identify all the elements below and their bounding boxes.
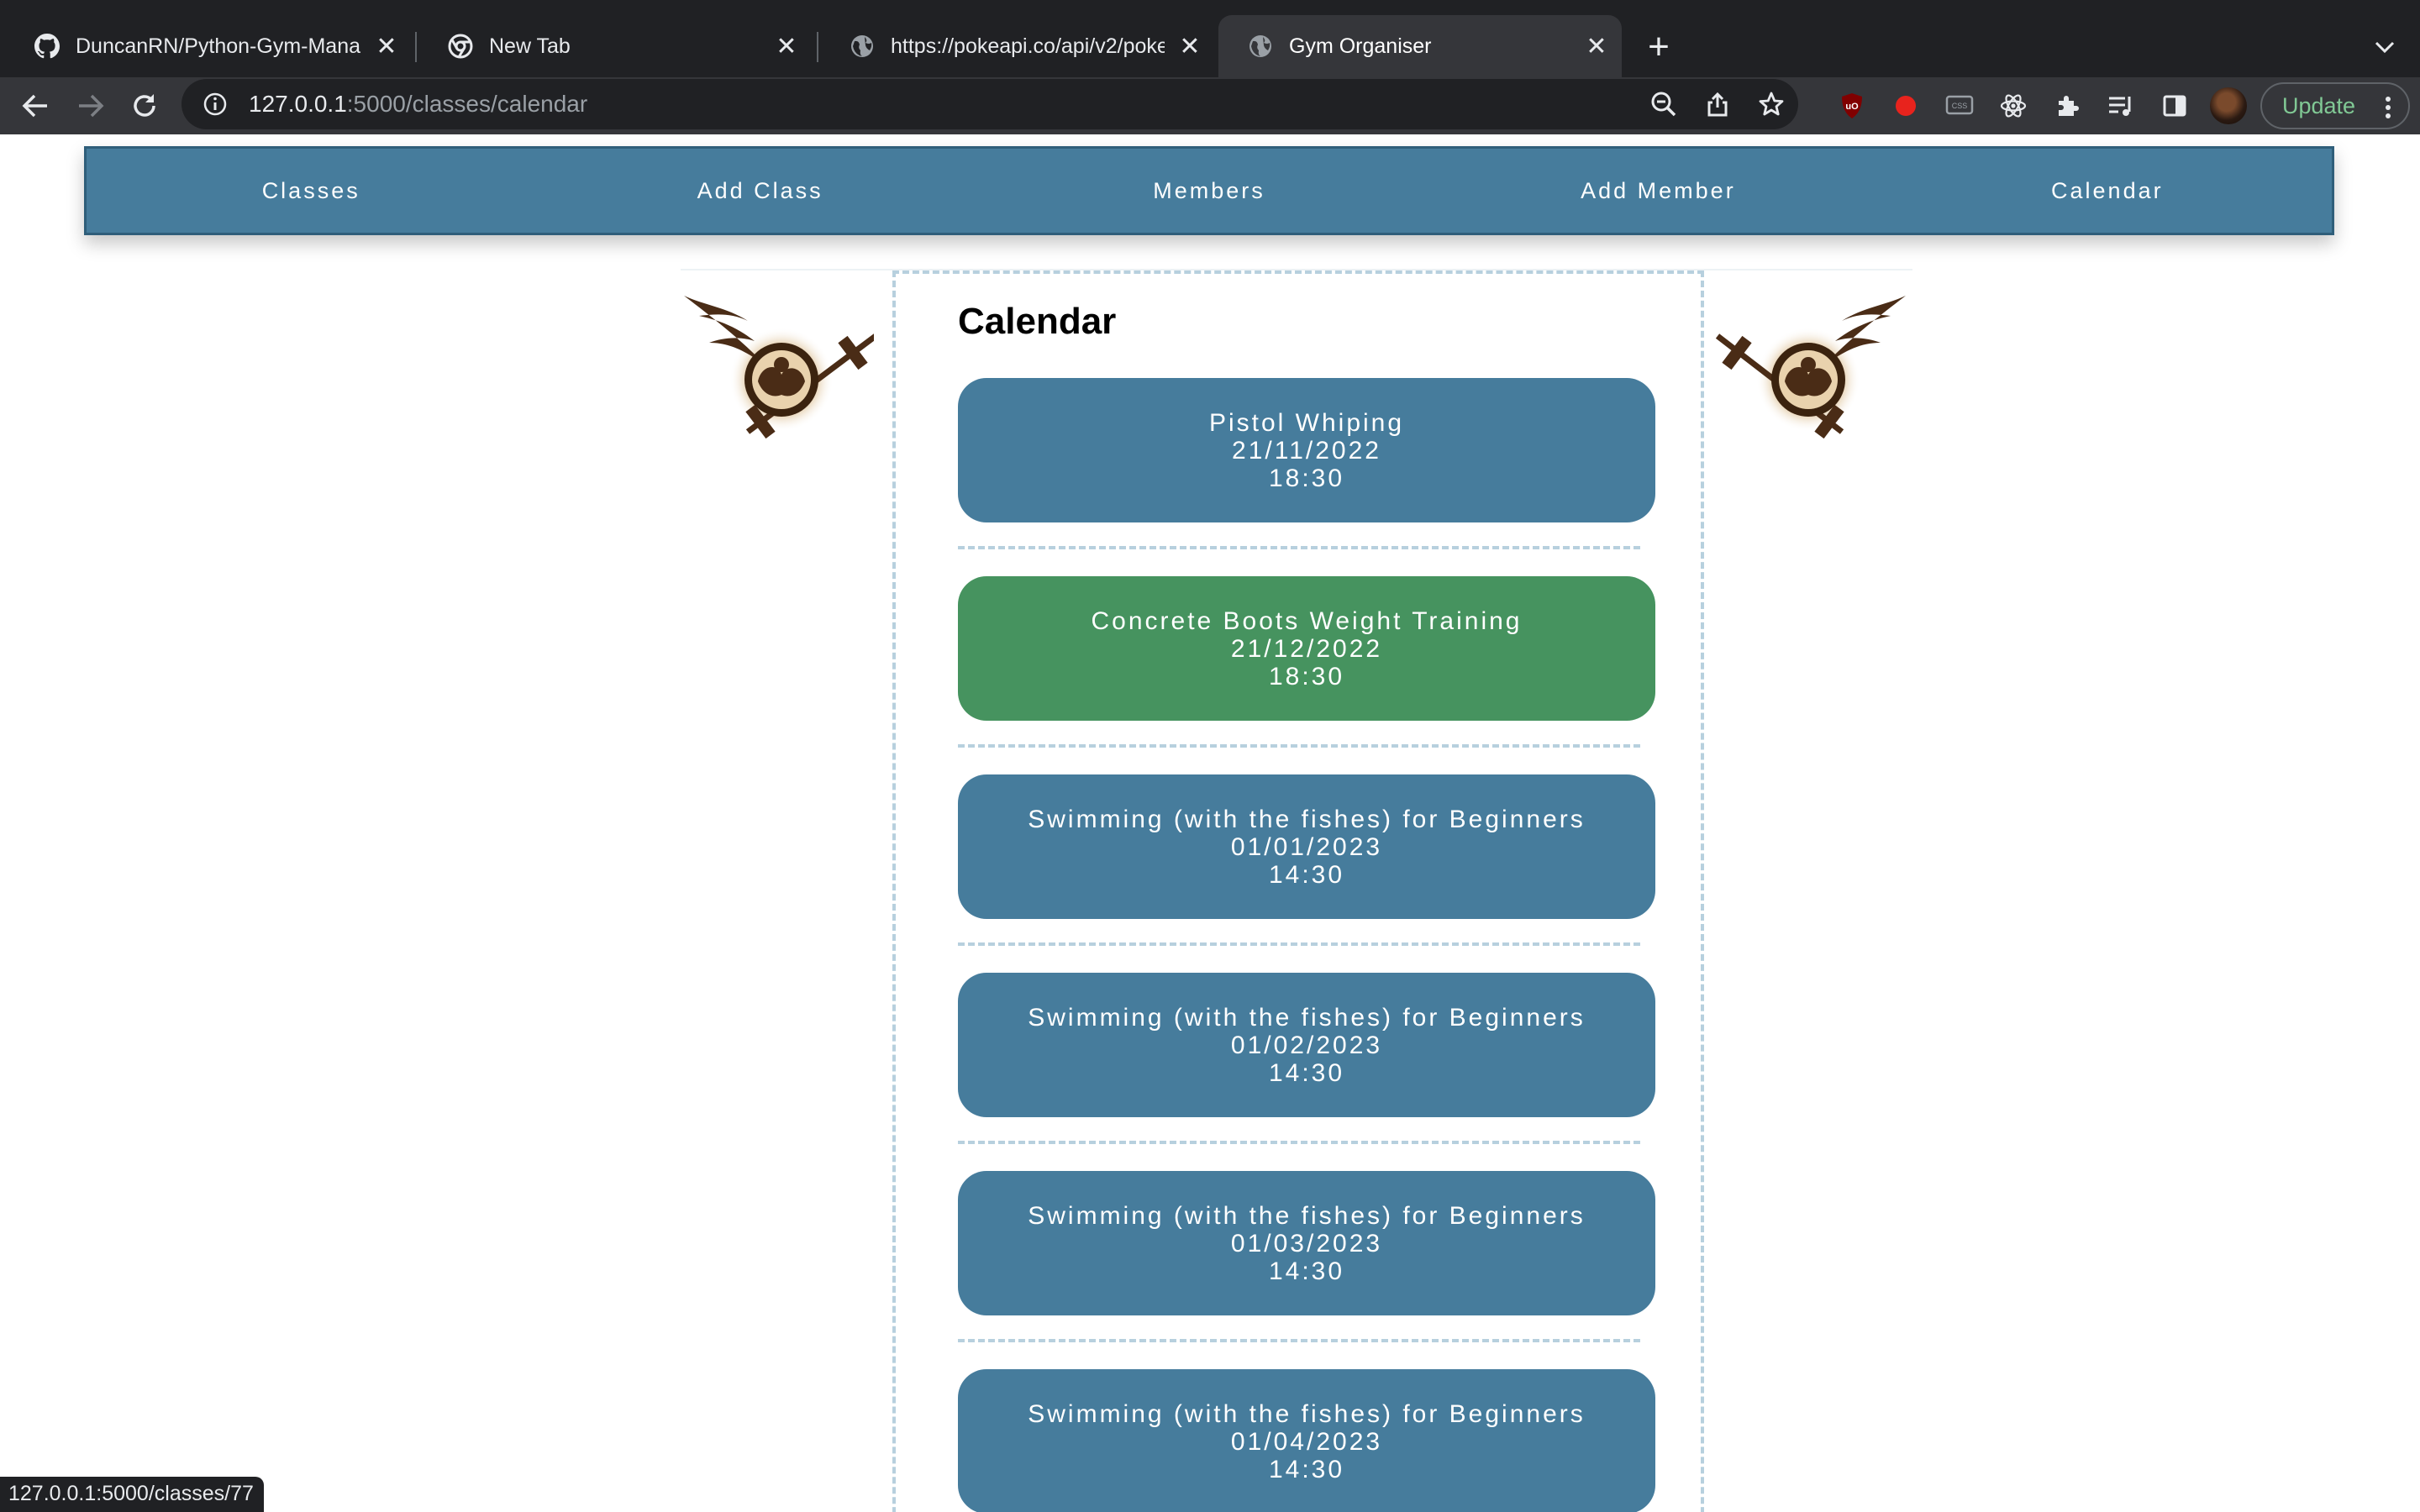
web-page: Classes Add Class Members Add Member Cal…: [0, 134, 2420, 1512]
address-bar-actions: [1637, 79, 1798, 129]
list-item: Concrete Boots Weight Training 21/12/202…: [958, 576, 1655, 774]
close-icon[interactable]: ✕: [1175, 31, 1205, 61]
globe-icon: [849, 33, 876, 60]
class-card[interactable]: Concrete Boots Weight Training 21/12/202…: [958, 576, 1655, 721]
css-extension-icon[interactable]: CSS: [1939, 86, 1980, 126]
react-devtools-icon[interactable]: [1993, 86, 2033, 126]
close-icon[interactable]: ✕: [1581, 31, 1612, 61]
svg-text:CSS: CSS: [1952, 102, 1968, 110]
divider: [958, 1339, 1640, 1342]
tab-pokeapi[interactable]: https://pokeapi.co/api/v2/poke ✕: [820, 15, 1215, 77]
class-date: 21/11/2022: [1232, 436, 1381, 465]
side-panel-icon[interactable]: [2154, 86, 2195, 126]
class-card[interactable]: Swimming (with the fishes) for Beginners…: [958, 1369, 1655, 1512]
back-arrow-icon[interactable]: [10, 81, 60, 131]
tab-github[interactable]: DuncanRN/Python-Gym-Manag ✕: [5, 15, 412, 77]
class-name: Swimming (with the fishes) for Beginners: [1028, 1399, 1586, 1428]
tab-separator: [415, 32, 417, 62]
nav-link-add-class[interactable]: Add Class: [535, 149, 984, 233]
list-item: Swimming (with the fishes) for Beginners…: [958, 1369, 1655, 1512]
nav-link-calendar[interactable]: Calendar: [1883, 149, 2332, 233]
divider: [958, 546, 1640, 549]
chrome-icon: [447, 33, 474, 60]
share-icon[interactable]: [1691, 79, 1744, 129]
tab-title: DuncanRN/Python-Gym-Manag: [76, 34, 361, 58]
tab-title: Gym Organiser: [1289, 34, 1432, 58]
info-icon[interactable]: [198, 87, 232, 121]
divider: [958, 1141, 1640, 1144]
list-item: Swimming (with the fishes) for Beginners…: [958, 973, 1655, 1171]
class-card[interactable]: Swimming (with the fishes) for Beginners…: [958, 774, 1655, 919]
github-icon: [34, 33, 60, 60]
zoom-out-icon[interactable]: [1637, 79, 1691, 129]
gym-logo-left: [681, 287, 878, 447]
record-extension-icon[interactable]: [1886, 86, 1926, 126]
class-name: Pistol Whiping: [1208, 408, 1405, 437]
class-time: 14:30: [1268, 860, 1345, 889]
class-card[interactable]: Swimming (with the fishes) for Beginners…: [958, 1171, 1655, 1315]
divider: [958, 942, 1640, 946]
globe-icon: [1247, 33, 1274, 60]
chevron-down-icon[interactable]: [2361, 24, 2408, 71]
class-name: Swimming (with the fishes) for Beginners: [1028, 805, 1586, 833]
more-vert-icon[interactable]: [2380, 92, 2396, 123]
page-title: Calendar: [958, 301, 1117, 342]
class-name: Swimming (with the fishes) for Beginners: [1028, 1201, 1586, 1230]
tab-title: New Tab: [489, 34, 571, 58]
svg-text:uO: uO: [1845, 102, 1859, 112]
class-date: 01/04/2023: [1230, 1427, 1383, 1456]
new-tab-plus-icon[interactable]: +: [1635, 24, 1682, 71]
update-label: Update: [2282, 92, 2356, 118]
class-list: Pistol Whiping 21/11/2022 18:30 Concrete…: [958, 378, 1655, 1512]
class-time: 14:30: [1268, 1257, 1345, 1285]
close-icon[interactable]: ✕: [771, 31, 802, 61]
reading-list-icon[interactable]: [2101, 86, 2141, 126]
ublock-extension-icon[interactable]: uO: [1832, 86, 1872, 126]
gym-logo-right: [1715, 287, 1909, 447]
site-nav-bar: Classes Add Class Members Add Member Cal…: [84, 146, 2334, 235]
reload-icon[interactable]: [119, 81, 170, 131]
class-date: 01/01/2023: [1230, 832, 1383, 861]
tab-title: https://pokeapi.co/api/v2/poke: [891, 34, 1165, 58]
nav-link-add-member[interactable]: Add Member: [1434, 149, 1882, 233]
calendar-panel: Calendar Pistol Whiping 21/11/2022 18:30…: [892, 270, 1704, 1512]
page-layout: Calendar Pistol Whiping 21/11/2022 18:30…: [681, 269, 1912, 1512]
extensions-puzzle-icon[interactable]: [2047, 86, 2087, 126]
tab-gym-organiser[interactable]: Gym Organiser ✕: [1218, 15, 1622, 77]
class-date: 21/12/2022: [1230, 634, 1383, 663]
divider: [958, 744, 1640, 748]
url-text: 127.0.0.1:5000/classes/calendar: [249, 91, 587, 118]
tab-new-tab[interactable]: New Tab ✕: [418, 15, 812, 77]
url-host: 127.0.0.1: [249, 91, 347, 117]
bookmark-star-icon[interactable]: [1744, 79, 1798, 129]
browser-tab-strip: DuncanRN/Python-Gym-Manag ✕ New Tab ✕ ht…: [0, 0, 2420, 77]
list-item: Swimming (with the fishes) for Beginners…: [958, 1171, 1655, 1369]
address-bar[interactable]: 127.0.0.1:5000/classes/calendar: [182, 79, 1798, 129]
close-icon[interactable]: ✕: [371, 31, 402, 61]
profile-avatar[interactable]: [2210, 87, 2247, 124]
class-card[interactable]: Swimming (with the fishes) for Beginners…: [958, 973, 1655, 1117]
nav-link-members[interactable]: Members: [985, 149, 1434, 233]
class-date: 01/02/2023: [1230, 1031, 1383, 1059]
class-card[interactable]: Pistol Whiping 21/11/2022 18:30: [958, 378, 1655, 522]
nav-link-classes[interactable]: Classes: [87, 149, 535, 233]
update-button[interactable]: Update: [2260, 82, 2410, 129]
class-date: 01/03/2023: [1230, 1229, 1383, 1257]
forward-arrow-icon[interactable]: [66, 81, 116, 131]
link-status-bubble: 127.0.0.1:5000/classes/77: [0, 1477, 264, 1512]
browser-toolbar: 127.0.0.1:5000/classes/calendar uO CSS U…: [0, 77, 2420, 134]
url-path: :5000/classes/calendar: [346, 91, 588, 117]
class-time: 14:30: [1268, 1455, 1345, 1483]
list-item: Pistol Whiping 21/11/2022 18:30: [958, 378, 1655, 576]
class-time: 18:30: [1268, 464, 1345, 492]
class-name: Swimming (with the fishes) for Beginners: [1028, 1003, 1586, 1032]
list-item: Swimming (with the fishes) for Beginners…: [958, 774, 1655, 973]
class-time: 18:30: [1268, 662, 1345, 690]
tab-separator: [817, 32, 818, 62]
class-time: 14:30: [1268, 1058, 1345, 1087]
class-name: Concrete Boots Weight Training: [1091, 606, 1523, 635]
